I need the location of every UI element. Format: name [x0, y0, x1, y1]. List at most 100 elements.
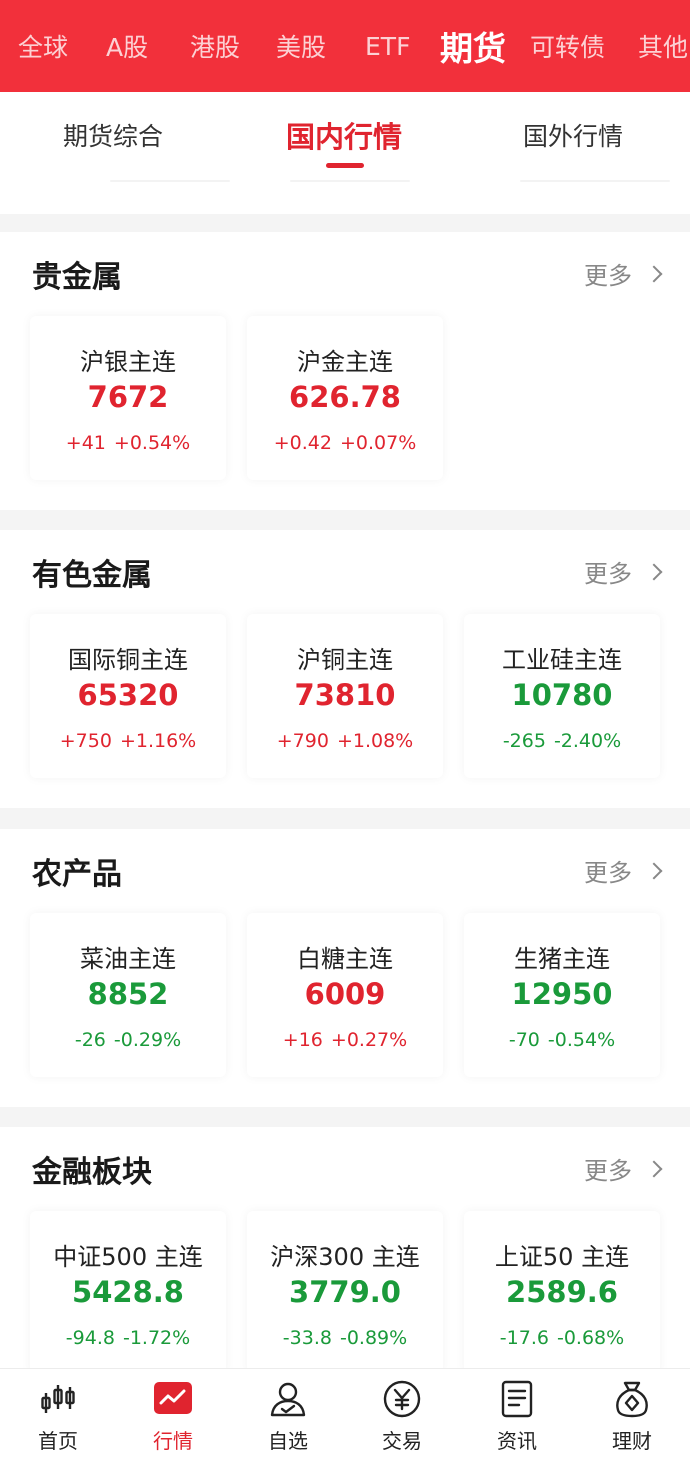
change-percent: +1.08%: [336, 730, 414, 752]
quote-card[interactable]: 白糖主连 6009 +16 +0.27%: [247, 913, 443, 1077]
change-value: -26: [74, 1029, 106, 1051]
last-price: 5428.8: [72, 1275, 184, 1309]
change-percent: +0.54%: [113, 432, 191, 454]
quote-card[interactable]: 沪深300 主连 3779.0 -33.8 -0.89%: [247, 1211, 443, 1375]
quote-card[interactable]: 沪银主连 7672 +41 +0.54%: [30, 316, 226, 480]
subtab-foreign-quotes[interactable]: 国外行情: [523, 110, 623, 160]
price-change: -33.8 -0.89%: [227, 1327, 463, 1349]
more-button[interactable]: 更多: [584, 554, 663, 589]
change-value: +41: [65, 432, 106, 454]
section-precious-metals: 贵金属 更多 沪银主连 7672 +41 +0.54% 沪金主连 626.78 +…: [0, 232, 690, 510]
divider: [520, 180, 670, 182]
tab-futures[interactable]: 期货: [440, 0, 506, 92]
contract-name: 菜油主连: [80, 945, 176, 973]
quote-card[interactable]: 国际铜主连 65320 +750 +1.16%: [30, 614, 226, 778]
last-price: 3779.0: [289, 1275, 401, 1309]
change-percent: -0.68%: [556, 1327, 625, 1349]
tab-global[interactable]: 全球: [18, 0, 68, 92]
more-label: 更多: [584, 560, 632, 588]
user-star-icon: [270, 1382, 306, 1417]
last-price: 2589.6: [506, 1275, 618, 1309]
last-price: 8852: [87, 977, 169, 1011]
quote-card[interactable]: 工业硅主连 10780 -265 -2.40%: [464, 614, 660, 778]
section-financial: 金融板块 更多 中证500 主连 5428.8 -94.8 -1.72% 沪深30…: [0, 1127, 690, 1375]
quote-card[interactable]: 沪金主连 626.78 +0.42 +0.07%: [247, 316, 443, 480]
section-title: 贵金属: [32, 260, 122, 295]
nav-home[interactable]: 首页: [18, 1379, 98, 1459]
nav-label: 行情: [153, 1429, 193, 1453]
chevron-right-icon: [645, 1160, 663, 1177]
tab-other[interactable]: 其他: [638, 0, 688, 92]
contract-name: 沪银主连: [80, 348, 176, 376]
last-price: 6009: [304, 977, 386, 1011]
divider: [110, 180, 230, 182]
market-tab-bar: 全球 A股 港股 美股 ETF 期货 可转债 其他: [0, 0, 690, 92]
change-value: -265: [502, 730, 546, 752]
price-change: -265 -2.40%: [444, 730, 680, 752]
nav-wealth[interactable]: 理财: [592, 1379, 672, 1459]
tab-us-stock[interactable]: 美股: [276, 0, 326, 92]
price-change: +16 +0.27%: [227, 1029, 463, 1051]
tab-hk-stock[interactable]: 港股: [190, 0, 240, 92]
last-price: 10780: [511, 678, 613, 712]
quote-card[interactable]: 上证50 主连 2589.6 -17.6 -0.68%: [464, 1211, 660, 1375]
last-price: 12950: [511, 977, 613, 1011]
last-price: 73810: [294, 678, 396, 712]
nav-news[interactable]: 资讯: [477, 1379, 557, 1459]
bottom-nav: 首页 行情 自选 交易 资讯 理财: [0, 1368, 690, 1463]
change-percent: -2.40%: [553, 730, 622, 752]
change-value: -94.8: [65, 1327, 115, 1349]
contract-name: 中证500 主连: [53, 1243, 203, 1271]
change-percent: -0.89%: [339, 1327, 408, 1349]
chevron-right-icon: [645, 265, 663, 282]
last-price: 7672: [87, 380, 169, 414]
contract-name: 生猪主连: [514, 945, 610, 973]
price-change: +41 +0.54%: [10, 432, 246, 454]
section-agricultural: 农产品 更多 菜油主连 8852 -26 -0.29% 白糖主连 6009 +16…: [0, 829, 690, 1107]
more-button[interactable]: 更多: [584, 256, 663, 291]
tab-etf[interactable]: ETF: [365, 0, 410, 92]
divider: [290, 180, 410, 182]
active-tab-indicator: [326, 163, 364, 168]
contract-name: 工业硅主连: [502, 646, 622, 674]
price-change: +750 +1.16%: [10, 730, 246, 752]
quote-card[interactable]: 生猪主连 12950 -70 -0.54%: [464, 913, 660, 1077]
section-title: 金融板块: [32, 1155, 152, 1190]
nav-market[interactable]: 行情: [133, 1379, 213, 1459]
more-label: 更多: [584, 1157, 632, 1185]
nav-label: 资讯: [497, 1429, 537, 1453]
last-price: 626.78: [289, 380, 401, 414]
change-value: -33.8: [282, 1327, 332, 1349]
quote-card[interactable]: 沪铜主连 73810 +790 +1.08%: [247, 614, 443, 778]
change-value: -70: [508, 1029, 540, 1051]
change-value: +0.42: [273, 432, 332, 454]
yuan-coin-icon: [383, 1380, 421, 1418]
tab-a-share[interactable]: A股: [106, 0, 148, 92]
tab-convertible-bond[interactable]: 可转债: [530, 0, 605, 92]
change-value: +750: [59, 730, 112, 752]
price-change: -94.8 -1.72%: [10, 1327, 246, 1349]
quote-card[interactable]: 菜油主连 8852 -26 -0.29%: [30, 913, 226, 1077]
change-percent: +0.27%: [330, 1029, 408, 1051]
more-button[interactable]: 更多: [584, 853, 663, 888]
section-title: 有色金属: [32, 558, 152, 593]
subtab-domestic-quotes[interactable]: 国内行情: [286, 110, 402, 160]
contract-name: 国际铜主连: [68, 646, 188, 674]
price-change: +790 +1.08%: [227, 730, 463, 752]
section-title: 农产品: [32, 857, 122, 892]
more-button[interactable]: 更多: [584, 1151, 663, 1186]
change-percent: +1.16%: [119, 730, 197, 752]
nav-trade[interactable]: 交易: [362, 1379, 442, 1459]
change-value: -17.6: [499, 1327, 549, 1349]
price-change: -26 -0.29%: [10, 1029, 246, 1051]
last-price: 65320: [77, 678, 179, 712]
subtab-futures-overview[interactable]: 期货综合: [63, 110, 163, 160]
price-change: -17.6 -0.68%: [444, 1327, 680, 1349]
nav-watchlist[interactable]: 自选: [248, 1379, 328, 1459]
quote-card[interactable]: 中证500 主连 5428.8 -94.8 -1.72%: [30, 1211, 226, 1375]
contract-name: 沪深300 主连: [270, 1243, 420, 1271]
sub-tab-bar: 期货综合 国内行情 国外行情: [0, 92, 690, 214]
contract-name: 白糖主连: [297, 945, 393, 973]
contract-name: 沪铜主连: [297, 646, 393, 674]
chevron-right-icon: [645, 563, 663, 580]
